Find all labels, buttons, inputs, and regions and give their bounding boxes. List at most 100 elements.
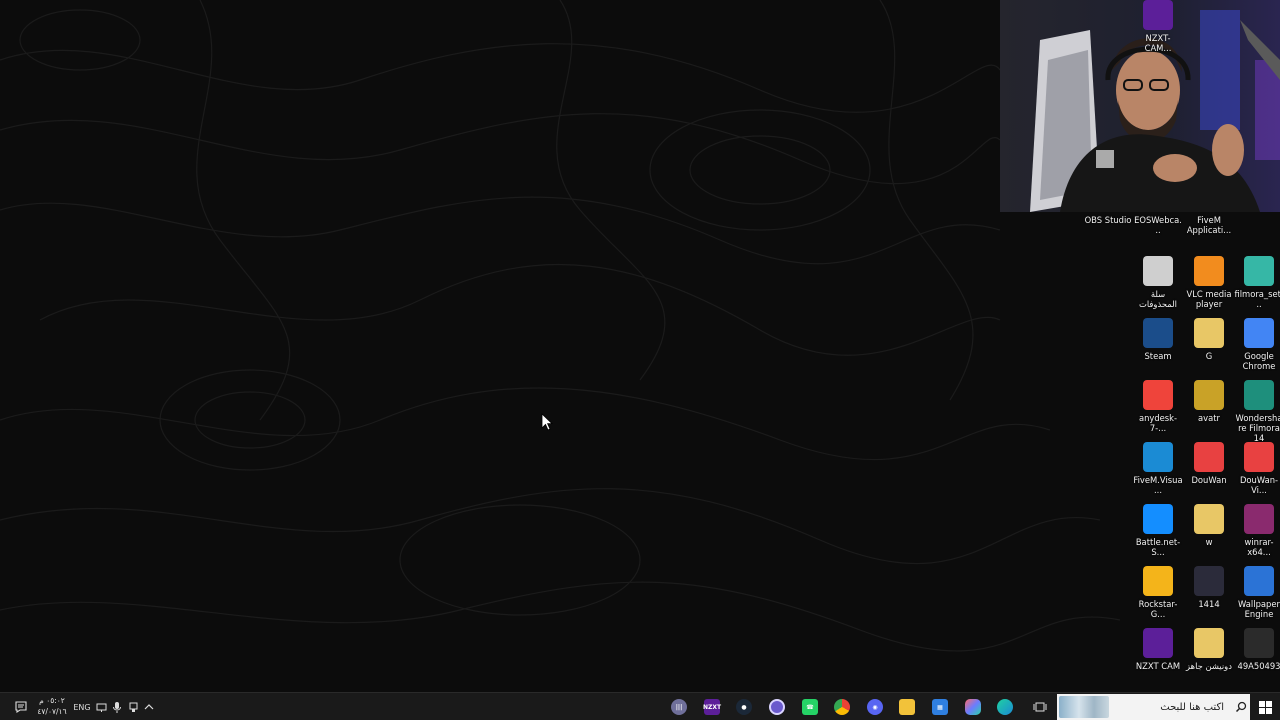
desktop-icon-obs[interactable]: OBS Studio <box>1083 182 1133 225</box>
file-explorer-icon <box>899 699 915 715</box>
language-indicator[interactable]: ENG <box>72 693 92 720</box>
desktop-icon-folder-image[interactable]: w <box>1184 504 1234 547</box>
taskbar-app-copilot[interactable] <box>958 693 988 720</box>
taskbar: ٠٥:٠٢ م ٤٧/٠٧/١٦ ENG ||| NZXT ● ☎ ◉ ▦ اك… <box>0 692 1280 720</box>
douwan-installer-icon <box>1244 442 1274 472</box>
desktop-icon-label: Google Chrome <box>1242 351 1276 371</box>
taskbar-app-chrome[interactable] <box>827 693 857 720</box>
desktop-icon-label: G <box>1205 351 1213 361</box>
clock-time: ٠٥:٠٢ م <box>39 696 65 705</box>
steam-icon <box>1143 318 1173 348</box>
desktop-icon-recycle-bin[interactable]: سلة المحذوفات <box>1133 256 1183 309</box>
desktop-icon-label: anydesk-7-... <box>1138 413 1178 433</box>
avatr-icon <box>1194 380 1224 410</box>
desktop-icon-douwan-installer[interactable]: DouWan-Vi... <box>1234 442 1280 495</box>
folder-video-icon <box>1194 628 1224 658</box>
desktop-icon-label: 49A50493 <box>1237 661 1280 671</box>
desktop-icon-battlenet[interactable]: Battle.net-S... <box>1133 504 1183 557</box>
nzxt-cam-installer-icon <box>1143 0 1173 30</box>
desktop-icon-rockstar[interactable]: Rockstar-G... <box>1133 566 1183 619</box>
taskbar-app-nzxt[interactable]: NZXT <box>697 693 727 720</box>
desktop[interactable]: OBS Studio EOSWebca... FiveM Applicati... س… <box>0 0 1280 692</box>
desktop-icon-image-file[interactable]: 1414 <box>1184 566 1234 609</box>
desktop-icon-nzxt-cam[interactable]: NZXT CAM <box>1133 628 1183 671</box>
desktop-icon-douwan[interactable]: DouWan <box>1184 442 1234 485</box>
desktop-icon-label: avatr <box>1198 413 1220 423</box>
task-view-icon <box>1033 702 1047 712</box>
nzxt-cam-icon <box>1143 628 1173 658</box>
nzxt-icon: NZXT <box>703 699 721 715</box>
desktop-icon-label: NZXT CAM <box>1135 661 1181 671</box>
desktop-icon-filmora-setup[interactable]: filmora_set... <box>1234 256 1280 309</box>
folder-image-icon <box>1194 504 1224 534</box>
douwan-icon <box>1194 442 1224 472</box>
desktop-icon-chrome[interactable]: Google Chrome <box>1234 318 1280 371</box>
desktop-icon-label: Battle.net-S... <box>1135 537 1181 557</box>
image-file-icon <box>1244 628 1274 658</box>
desktop-icon-folder-video[interactable]: دونيشن جاهز <box>1184 628 1234 671</box>
taskbar-app-store[interactable]: ▦ <box>925 693 955 720</box>
taskbar-app-obs[interactable] <box>762 693 792 720</box>
display-tray-button[interactable] <box>94 693 108 720</box>
taskbar-app-file-explorer[interactable] <box>892 693 922 720</box>
obs-icon <box>769 699 785 715</box>
desktop-icon-wallpaper-engine[interactable]: Wallpaper Engine <box>1234 566 1280 619</box>
search-box[interactable]: اكتب هنا للبحث <box>1057 694 1250 720</box>
steam-icon: ● <box>736 699 752 715</box>
mouse-cursor-icon <box>541 413 553 431</box>
search-icon <box>1232 701 1250 713</box>
whatsapp-icon: ☎ <box>802 699 818 715</box>
taskbar-app-whatsapp[interactable]: ☎ <box>795 693 825 720</box>
windows-icon <box>1258 700 1272 714</box>
filmora-setup-icon <box>1244 256 1274 286</box>
clock-date: ٤٧/٠٧/١٦ <box>37 707 67 716</box>
desktop-icon-label: سلة المحذوفات <box>1138 289 1177 309</box>
desktop-icon-fivem[interactable]: FiveM Applicati... <box>1184 182 1234 235</box>
folder-zip-icon <box>1194 318 1224 348</box>
desktop-icon-anydesk[interactable]: anydesk-7-... <box>1133 380 1183 433</box>
image-file-icon <box>1194 566 1224 596</box>
task-view-button[interactable] <box>1025 693 1055 720</box>
taskbar-app-steam[interactable]: ● <box>729 693 759 720</box>
desktop-icon-vlc[interactable]: VLC media player <box>1184 256 1234 309</box>
desktop-icon-label: Rockstar-G... <box>1138 599 1178 619</box>
network-tray-button[interactable] <box>126 693 140 720</box>
desktop-icon-folder-zip[interactable]: G <box>1184 318 1234 361</box>
desktop-icon-label: EOSWebca... <box>1134 215 1182 235</box>
desktop-icon-winrar[interactable]: winrar-x64... <box>1234 504 1280 557</box>
desktop-icon-eos-webcam[interactable]: EOSWebca... <box>1133 182 1183 235</box>
copilot-icon <box>965 699 981 715</box>
desktop-icon-label: FiveM.Visua... <box>1133 475 1183 495</box>
notification-icon <box>15 701 27 713</box>
search-highlight-image <box>1059 696 1109 718</box>
anydesk-icon <box>1143 380 1173 410</box>
desktop-icon-label: DouWan-Vi... <box>1239 475 1279 495</box>
desktop-icon-label: Wondershare Filmora 14 <box>1235 413 1280 443</box>
notification-center-button[interactable] <box>10 693 32 720</box>
desktop-icon-edge[interactable]: FiveM.Visua... <box>1133 442 1183 495</box>
desktop-icon-label: filmora_set... <box>1234 289 1280 309</box>
desktop-icon-nzxt-cam-installer[interactable]: NZXT-CAM... <box>1133 0 1183 53</box>
taskbar-clock[interactable]: ٠٥:٠٢ م ٤٧/٠٧/١٦ <box>34 695 70 717</box>
taskbar-app-wave[interactable]: ||| <box>664 693 694 720</box>
taskbar-app-edge[interactable] <box>990 693 1020 720</box>
desktop-icon-label: Wallpaper Engine <box>1238 599 1280 619</box>
network-icon <box>129 702 137 712</box>
winrar-icon <box>1244 504 1274 534</box>
desktop-icon-steam[interactable]: Steam <box>1133 318 1183 361</box>
microphone-tray-button[interactable] <box>110 693 124 720</box>
discord-icon: ◉ <box>867 699 883 715</box>
show-hidden-icons-button[interactable] <box>142 693 156 720</box>
edge-icon <box>997 699 1013 715</box>
start-button[interactable] <box>1252 693 1278 720</box>
desktop-icon-filmora[interactable]: Wondershare Filmora 14 <box>1234 380 1280 443</box>
taskbar-app-discord[interactable]: ◉ <box>860 693 890 720</box>
desktop-icon-label: 1414 <box>1198 599 1220 609</box>
monitor-icon <box>96 703 106 712</box>
desktop-icon-avatr[interactable]: avatr <box>1184 380 1234 423</box>
chrome-icon <box>1244 318 1274 348</box>
battlenet-icon <box>1143 504 1173 534</box>
desktop-icon-label: دونيشن جاهز <box>1186 661 1232 671</box>
chrome-icon <box>834 699 850 715</box>
desktop-icon-image-file[interactable]: 49A50493 <box>1234 628 1280 671</box>
